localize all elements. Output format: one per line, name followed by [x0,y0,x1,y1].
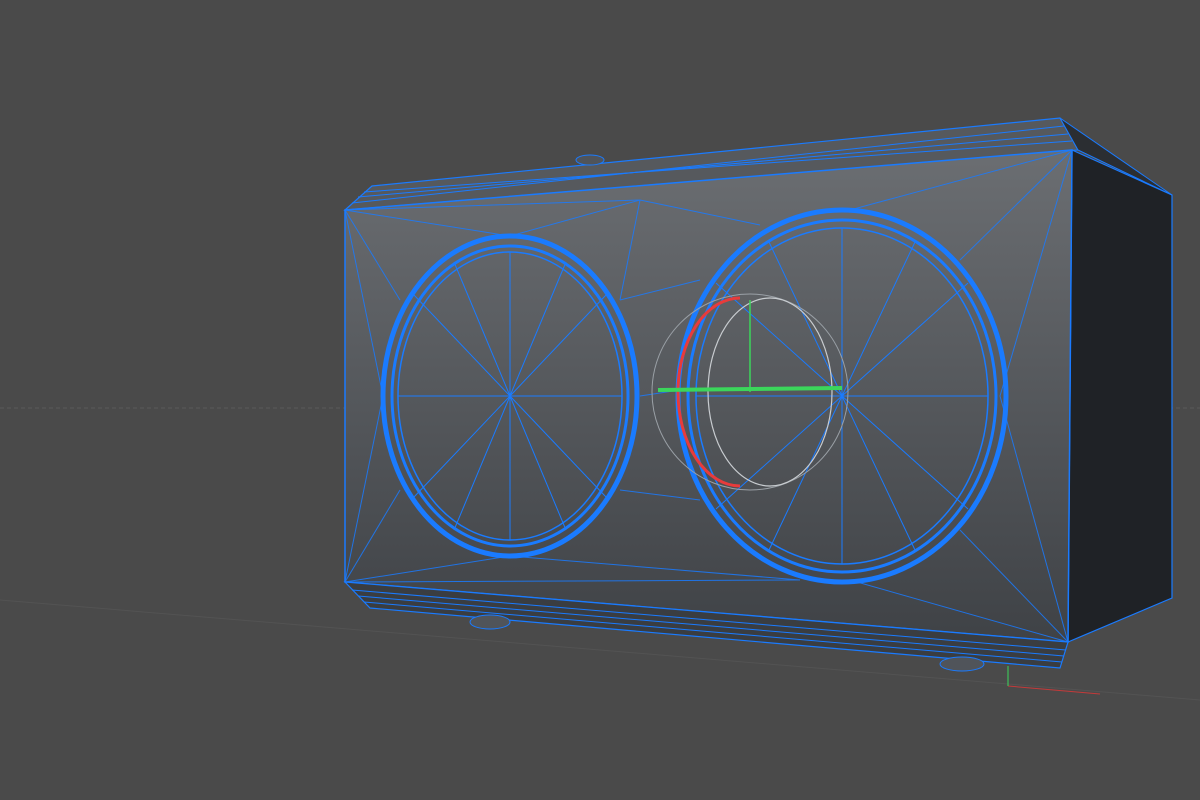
side-face [1067,149,1173,643]
left-speaker[interactable] [380,233,640,559]
viewport-canvas[interactable] [0,0,1200,800]
3d-viewport[interactable] [0,0,1200,800]
speaker-model[interactable] [343,117,1173,672]
bottom-foot-right [939,656,985,672]
top-foot [575,154,605,166]
right-speaker[interactable] [675,207,1009,585]
gizmo-z-axis[interactable] [657,386,843,392]
bottom-foot-left [469,614,511,630]
